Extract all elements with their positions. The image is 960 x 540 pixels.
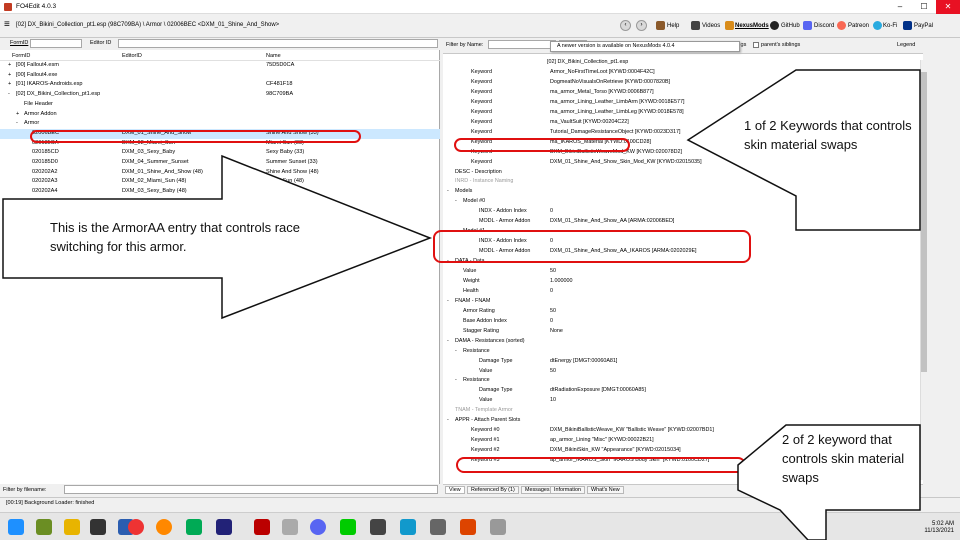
left-arrow-text: This is the ArmorAA entry that controls …: [50, 220, 300, 254]
top-arrow-text: 1 of 2 Keywords that controls skin mater…: [744, 118, 912, 152]
bottom-arrow-text: 2 of 2 keyword that controls skin materi…: [782, 432, 905, 485]
